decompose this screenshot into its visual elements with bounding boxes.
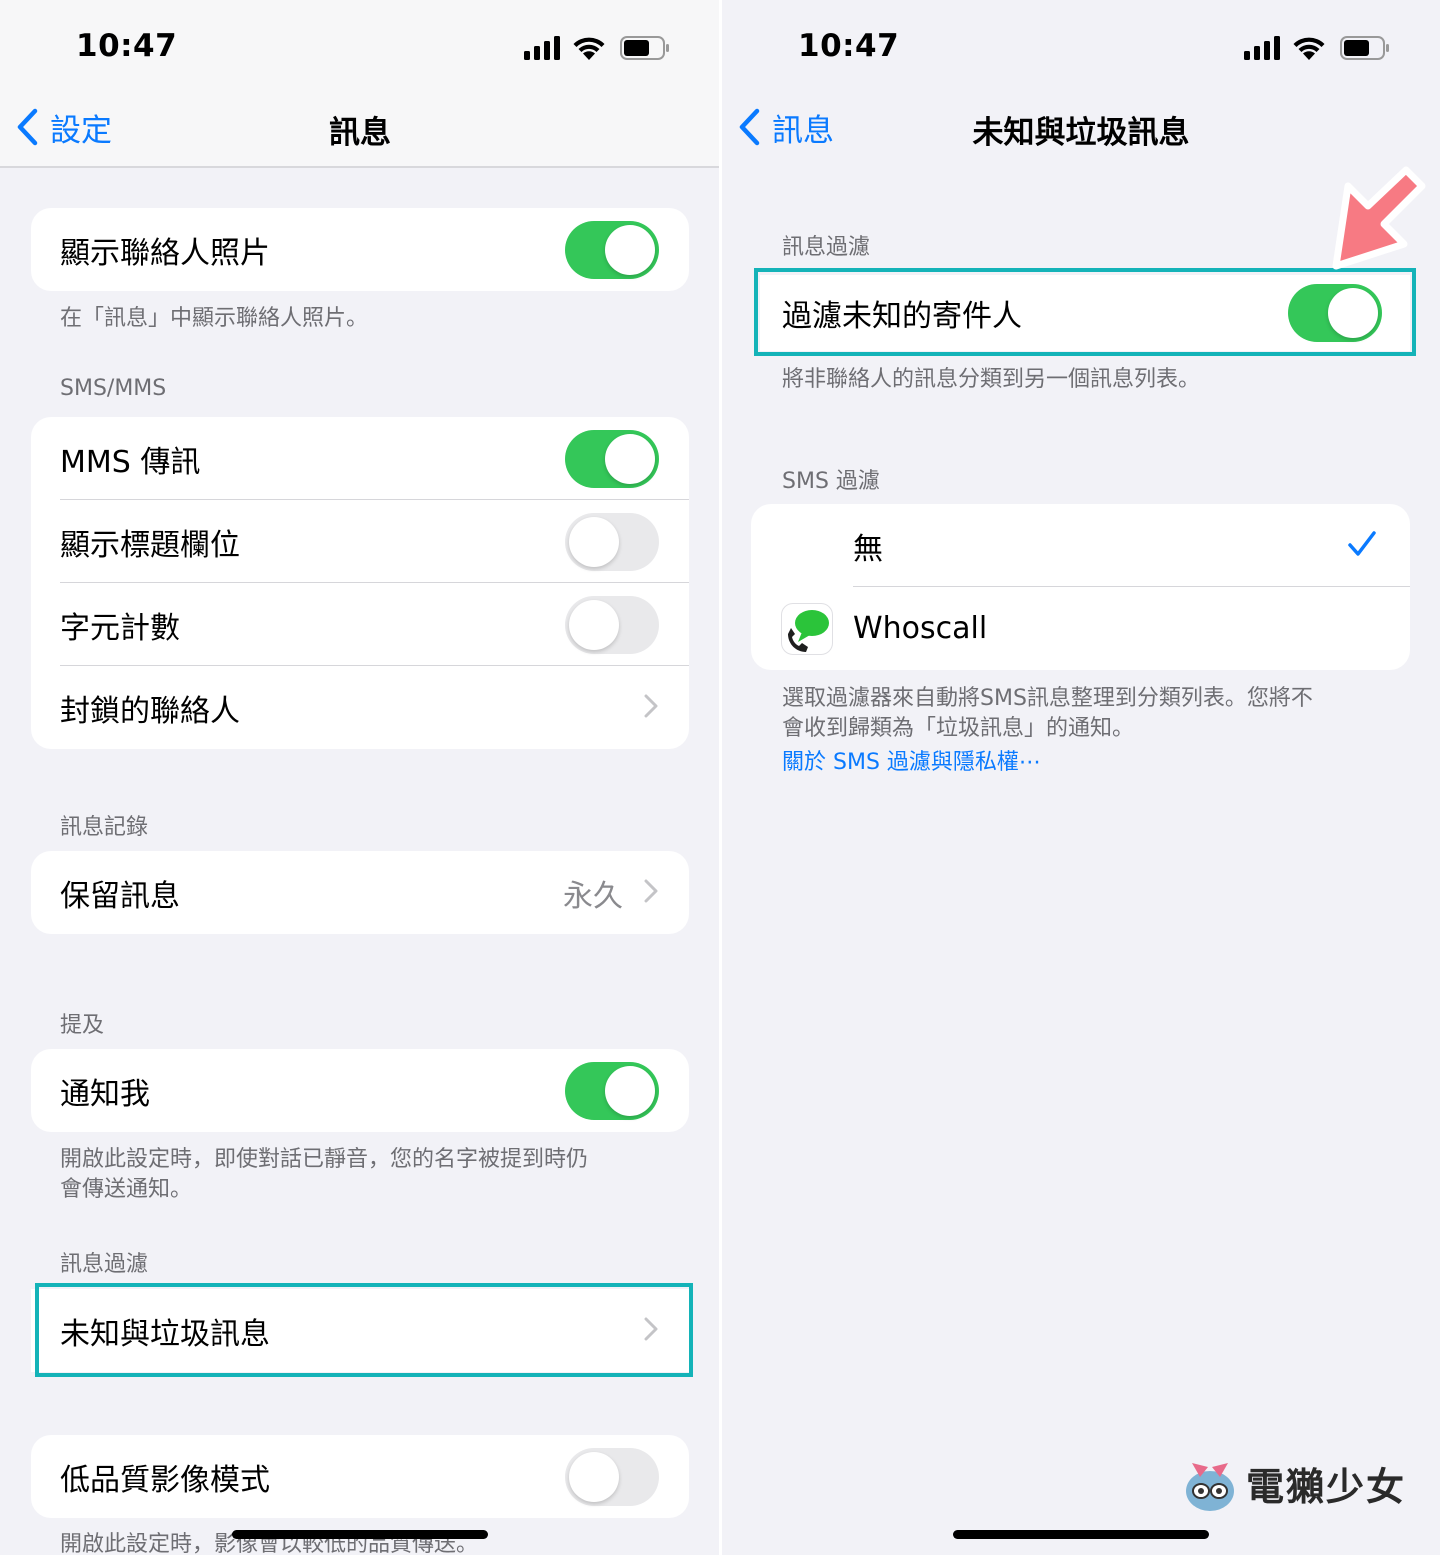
page-title: 訊息 xyxy=(329,115,391,151)
message-filter-header: 訊息過濾 xyxy=(782,235,871,260)
notify-me-toggle[interactable] xyxy=(565,1061,659,1120)
contact-photos-row: 顯示聯絡人照片 xyxy=(31,208,689,291)
battery-icon xyxy=(1340,36,1389,60)
sms-mms-group: MMS 傳訊 顯示標題欄位 字元計數 封鎖的聯絡人 xyxy=(31,417,689,749)
battery-icon xyxy=(620,36,669,60)
low-quality-toggle[interactable] xyxy=(565,1447,659,1506)
message-filter-header: 訊息過濾 xyxy=(60,1252,149,1277)
wifi-icon xyxy=(573,37,605,60)
home-indicator[interactable] xyxy=(953,1530,1209,1539)
low-quality-label: 低品質影像模式 xyxy=(60,1462,270,1498)
highlight-frame xyxy=(754,268,1416,356)
sms-filter-option-whoscall[interactable]: Whoscall xyxy=(751,587,1410,670)
character-count-row: 字元計數 xyxy=(31,583,689,666)
mms-messaging-row: MMS 傳訊 xyxy=(31,417,689,500)
history-header: 訊息記錄 xyxy=(60,815,149,840)
filter-unknown-footer: 將非聯絡人的訊息分類到另一個訊息列表。 xyxy=(782,367,1201,392)
status-bar: 10:47 xyxy=(722,0,1440,95)
sms-filter-option-none[interactable]: 無 xyxy=(751,504,1410,587)
checkmark-icon xyxy=(1348,531,1376,556)
sms-filter-none-label: 無 xyxy=(853,531,883,567)
status-bar: 10:47 xyxy=(0,0,720,95)
show-subject-row: 顯示標題欄位 xyxy=(31,500,689,583)
mentions-group: 通知我 xyxy=(31,1049,689,1132)
mentions-header: 提及 xyxy=(60,1013,105,1038)
blocked-contacts-label: 封鎖的聯絡人 xyxy=(60,693,240,729)
low-quality-group: 低品質影像模式 xyxy=(31,1435,689,1518)
signal-icon xyxy=(1244,36,1280,60)
history-group: 保留訊息 永久 xyxy=(31,851,689,934)
sms-filter-header: SMS 過濾 xyxy=(782,469,880,494)
status-time: 10:47 xyxy=(76,28,178,64)
watermark-logo: 電獺少女 xyxy=(1182,1448,1406,1518)
whoscall-app-icon xyxy=(781,603,833,655)
low-quality-row: 低品質影像模式 xyxy=(31,1435,689,1518)
navigation-bar: 訊息 未知與垃圾訊息 xyxy=(722,95,1440,168)
keep-messages-label: 保留訊息 xyxy=(60,878,180,914)
wifi-icon xyxy=(1293,37,1325,60)
contact-photos-group: 顯示聯絡人照片 xyxy=(31,208,689,291)
mms-messaging-label: MMS 傳訊 xyxy=(60,444,201,480)
chevron-right-icon xyxy=(644,694,658,718)
notify-me-label: 通知我 xyxy=(60,1076,150,1112)
contact-photos-footer: 在「訊息」中顯示聯絡人照片。 xyxy=(60,306,369,331)
character-count-label: 字元計數 xyxy=(60,610,180,646)
chevron-right-icon xyxy=(644,879,658,903)
show-subject-toggle[interactable] xyxy=(565,512,659,571)
home-indicator[interactable] xyxy=(232,1530,488,1539)
mentions-footer: 開啟此設定時，即使對話已靜音，您的名字被提到時仍 會傳送通知。 xyxy=(60,1147,589,1202)
status-time: 10:47 xyxy=(798,28,900,64)
notify-me-row: 通知我 xyxy=(31,1049,689,1132)
contact-photos-label: 顯示聯絡人照片 xyxy=(60,235,270,271)
highlight-frame xyxy=(35,1283,693,1377)
keep-messages-value: 永久 xyxy=(563,878,623,914)
keep-messages-row[interactable]: 保留訊息 永久 xyxy=(31,851,689,934)
messages-settings-screen: 10:47 設定 訊息 顯示聯絡人照片 在「訊息」中顯示聯絡人照片。 SMS/M… xyxy=(0,0,720,1555)
sms-filter-whoscall-label: Whoscall xyxy=(853,611,988,646)
sms-mms-header: SMS/MMS xyxy=(60,376,167,401)
show-subject-label: 顯示標題欄位 xyxy=(60,527,240,563)
blocked-contacts-row[interactable]: 封鎖的聯絡人 xyxy=(31,666,689,749)
watermark-text: 電獺少女 xyxy=(1246,1464,1407,1509)
sms-filter-group: 無 Whoscall xyxy=(751,504,1410,670)
sms-filter-privacy-link[interactable]: 關於 SMS 過濾與隱私權⋯ xyxy=(782,744,1041,776)
signal-icon xyxy=(524,36,560,60)
contact-photos-toggle[interactable] xyxy=(565,220,659,279)
otter-mascot-icon xyxy=(1186,1463,1234,1511)
sms-filter-footer: 選取過濾器來自動將SMS訊息整理到分類列表。您將不 會收到歸類為「垃圾訊息」的通… xyxy=(782,686,1313,741)
arrow-pointer-icon xyxy=(1332,166,1426,270)
unknown-and-spam-screen: 10:47 訊息 未知與垃圾訊息 訊息過濾 過濾未知的寄件人 將非聯絡人的訊息分… xyxy=(722,0,1440,1555)
character-count-toggle[interactable] xyxy=(565,595,659,654)
navigation-bar: 設定 訊息 xyxy=(0,95,720,168)
page-title: 未知與垃圾訊息 xyxy=(972,115,1190,151)
mms-messaging-toggle[interactable] xyxy=(565,429,659,488)
